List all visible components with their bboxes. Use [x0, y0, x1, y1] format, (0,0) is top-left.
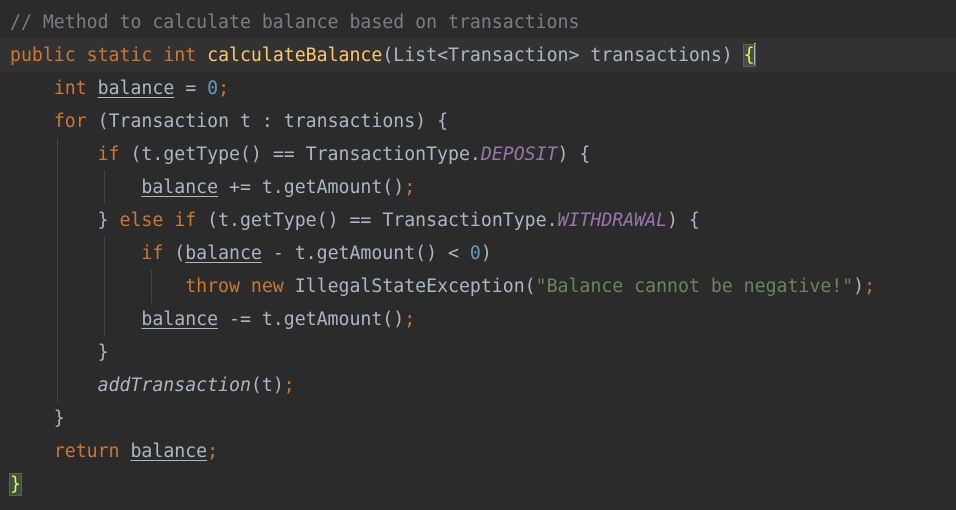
code-token: addTransaction — [97, 375, 251, 396]
code-token: += t.getAmount() — [218, 177, 405, 198]
code-token: ) — [480, 243, 492, 264]
text-caret — [753, 43, 756, 65]
code-token: } — [10, 210, 120, 231]
code-line[interactable]: balance -= t.getAmount(); — [0, 303, 415, 336]
code-line[interactable]: } else if (t.getType() == TransactionTyp… — [0, 204, 700, 237]
code-token: ) — [853, 276, 865, 297]
code-line[interactable]: } — [0, 468, 22, 501]
code-token: (t.getType() == TransactionType. — [196, 210, 558, 231]
code-line[interactable]: } — [0, 402, 65, 435]
code-line[interactable]: return balance; — [0, 435, 218, 468]
code-token: static — [86, 45, 153, 66]
code-token: calculateBalance — [207, 45, 383, 66]
code-token: IllegalStateException( — [283, 276, 536, 297]
code-token: if — [141, 243, 164, 264]
code-line[interactable]: if (t.getType() == TransactionType.DEPOS… — [0, 138, 591, 171]
code-token: return — [53, 441, 120, 462]
code-token: if — [174, 210, 197, 231]
code-token: for — [53, 111, 87, 132]
code-token: } — [10, 408, 65, 429]
code-line[interactable]: addTransaction(t); — [0, 369, 295, 402]
code-line[interactable]: // Method to calculate balance based on … — [0, 6, 579, 39]
code-token: ; — [404, 309, 416, 330]
code-token: throw — [185, 276, 240, 297]
code-editor[interactable]: // Method to calculate balance based on … — [0, 0, 956, 510]
code-token: ) { — [667, 210, 700, 231]
code-token: ( — [163, 243, 186, 264]
code-token: ; — [864, 276, 876, 297]
code-token: ; — [207, 441, 219, 462]
code-token: if — [97, 144, 120, 165]
code-token: balance — [97, 78, 175, 99]
code-token: = — [174, 78, 208, 99]
code-token: -= t.getAmount() — [218, 309, 405, 330]
code-token: 0 — [207, 78, 219, 99]
code-line[interactable]: } — [0, 336, 109, 369]
code-token: (t.getType() == TransactionType. — [119, 144, 481, 165]
code-token: balance — [130, 441, 208, 462]
code-token: (List<Transaction> transactions) — [382, 45, 744, 66]
code-line[interactable]: throw new IllegalStateException("Balance… — [0, 270, 875, 303]
code-line[interactable]: public static int calculateBalance(List<… — [0, 39, 956, 72]
code-line[interactable]: int balance = 0; — [0, 72, 229, 105]
code-token: ; — [218, 78, 230, 99]
code-token: balance — [141, 309, 219, 330]
code-token: - t.getAmount() < — [261, 243, 470, 264]
code-token: DEPOSIT — [480, 144, 558, 165]
code-token: ; — [404, 177, 416, 198]
code-token: public — [10, 45, 76, 66]
code-token: // Method to calculate balance based on … — [10, 12, 580, 33]
code-token: "Balance cannot be negative!" — [535, 276, 854, 297]
code-line[interactable]: balance += t.getAmount(); — [0, 171, 415, 204]
code-token: (t) — [250, 375, 284, 396]
code-token: balance — [185, 243, 262, 264]
code-token: } — [9, 473, 22, 496]
code-token: 0 — [469, 243, 481, 264]
code-token: else — [119, 210, 164, 231]
code-token: } — [10, 342, 109, 363]
code-token: balance — [141, 177, 219, 198]
code-token: int — [53, 78, 87, 99]
code-line[interactable]: if (balance - t.getAmount() < 0) — [0, 237, 492, 270]
code-token: WITHDRAWAL — [557, 210, 668, 231]
code-line[interactable]: for (Transaction t : transactions) { — [0, 105, 448, 138]
code-token: (Transaction t : transactions) { — [86, 111, 449, 132]
code-token: new — [250, 276, 284, 297]
code-token: ) { — [557, 144, 591, 165]
code-token: int — [163, 45, 197, 66]
code-token: ; — [283, 375, 295, 396]
